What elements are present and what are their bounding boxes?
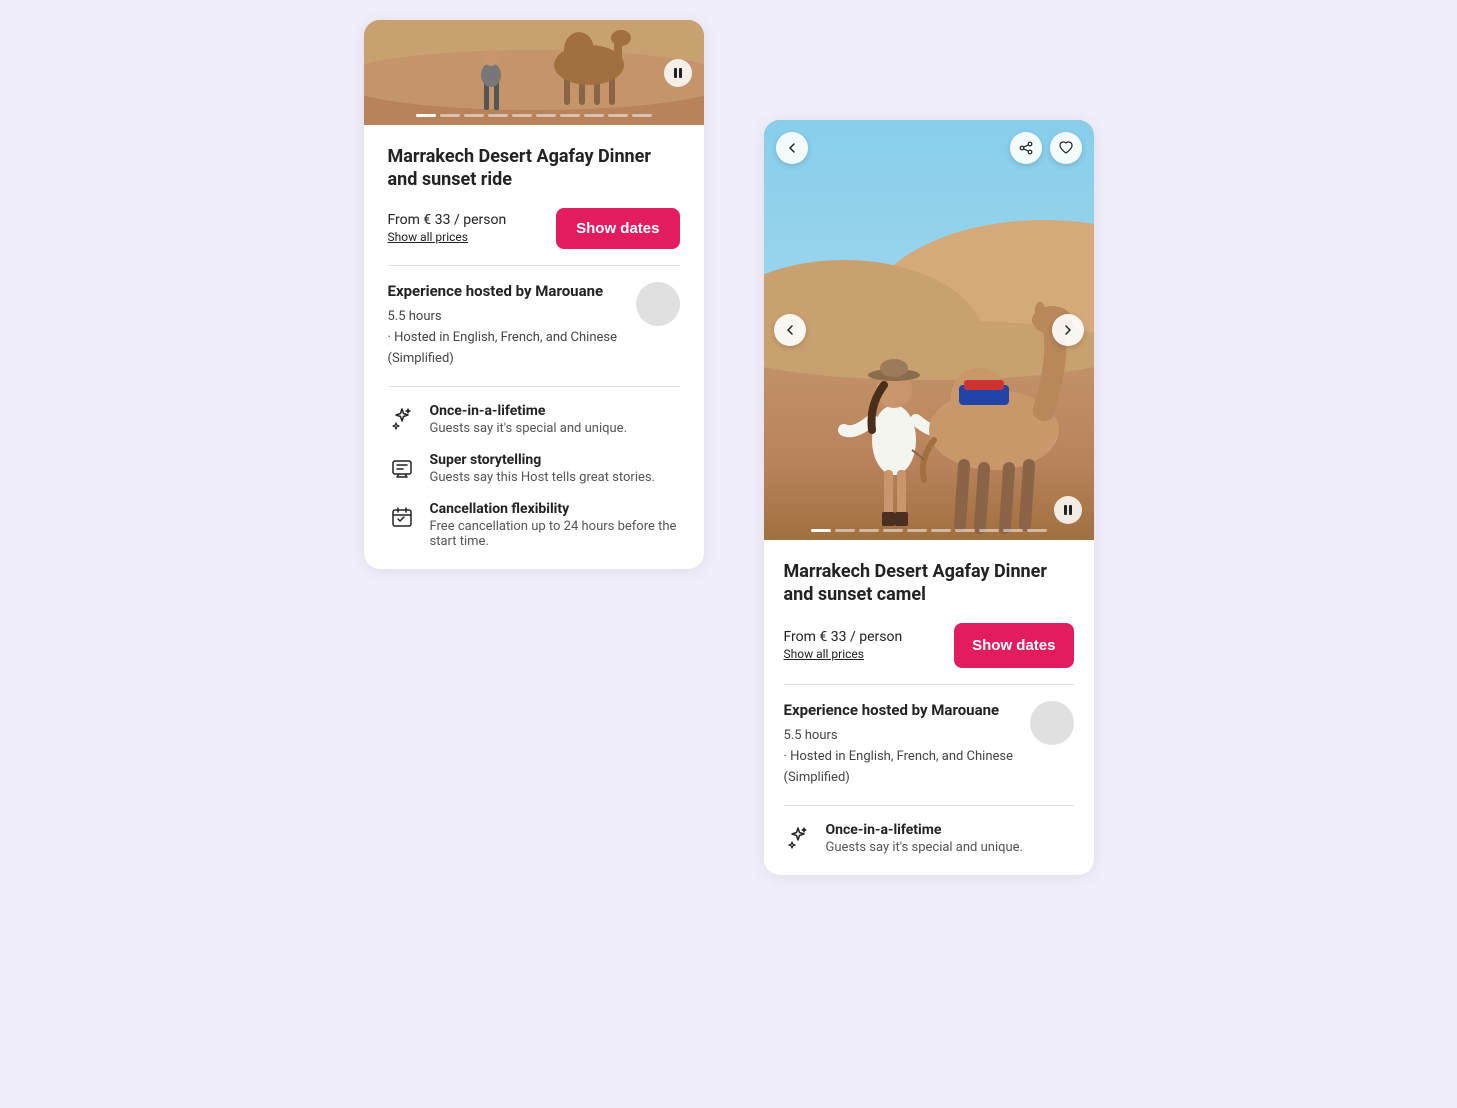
host-title: Experience hosted by Marouane — [388, 282, 624, 302]
right-image-dots — [764, 529, 1094, 532]
feature-item-cancel: Cancellation flexibility Free cancellati… — [388, 501, 680, 549]
storytelling-icon — [388, 454, 416, 482]
price-row: From € 33 / person Show all prices Show … — [388, 208, 680, 249]
feature-desc-cancel: Free cancellation up to 24 hours before … — [430, 519, 680, 549]
divider-2 — [388, 386, 680, 387]
sparkle-icon — [388, 405, 416, 433]
feature-desc-story: Guests say this Host tells great stories… — [430, 470, 656, 485]
right-feature-list: Once-in-a-lifetime Guests say it's speci… — [784, 822, 1074, 855]
feature-title-once: Once-in-a-lifetime — [430, 403, 628, 419]
share-button[interactable] — [1010, 132, 1042, 164]
divider-1 — [388, 265, 680, 266]
feature-title-story: Super storytelling — [430, 452, 656, 468]
pause-button-right[interactable] — [1054, 496, 1082, 524]
show-all-prices-link[interactable]: Show all prices — [388, 230, 507, 244]
feature-desc-once: Guests say it's special and unique. — [430, 421, 628, 436]
right-feature-desc-once: Guests say it's special and unique. — [826, 840, 1024, 855]
feature-item-story: Super storytelling Guests say this Host … — [388, 452, 680, 485]
host-section: Experience hosted by Marouane 5.5 hours … — [388, 282, 680, 370]
left-card-image-bg — [364, 20, 704, 125]
right-card-title: Marrakech Desert Agafay Dinner and sunse… — [784, 560, 1074, 607]
right-host-avatar — [1030, 701, 1074, 745]
right-show-dates-button[interactable]: Show dates — [954, 623, 1073, 668]
right-price-text: From € 33 / person — [784, 629, 903, 645]
right-card: Marrakech Desert Agafay Dinner and sunse… — [764, 120, 1094, 875]
host-avatar — [636, 282, 680, 326]
feature-title-cancel: Cancellation flexibility — [430, 501, 680, 517]
next-image-button[interactable] — [1052, 314, 1084, 346]
prev-image-button[interactable] — [774, 314, 806, 346]
right-feature-item-once: Once-in-a-lifetime Guests say it's speci… — [784, 822, 1074, 855]
right-card-body: Marrakech Desert Agafay Dinner and sunse… — [764, 540, 1094, 875]
feature-text-once: Once-in-a-lifetime Guests say it's speci… — [430, 403, 628, 436]
show-dates-button[interactable]: Show dates — [556, 208, 679, 249]
favorite-button[interactable] — [1050, 132, 1082, 164]
feature-item-once: Once-in-a-lifetime Guests say it's speci… — [388, 403, 680, 436]
right-host-info: Experience hosted by Marouane 5.5 hours … — [784, 701, 1018, 789]
top-actions — [1010, 132, 1082, 164]
left-card-body: Marrakech Desert Agafay Dinner and sunse… — [364, 125, 704, 569]
left-card-image — [364, 20, 704, 125]
right-divider-2 — [784, 805, 1074, 806]
pause-button[interactable] — [664, 59, 692, 87]
right-host-section: Experience hosted by Marouane 5.5 hours … — [784, 701, 1074, 789]
feature-list: Once-in-a-lifetime Guests say it's speci… — [388, 403, 680, 549]
host-info: Experience hosted by Marouane 5.5 hours … — [388, 282, 624, 370]
feature-text-cancel: Cancellation flexibility Free cancellati… — [430, 501, 680, 549]
right-feature-title-once: Once-in-a-lifetime — [826, 822, 1024, 838]
left-card-title: Marrakech Desert Agafay Dinner and sunse… — [388, 145, 680, 192]
left-card: Marrakech Desert Agafay Dinner and sunse… — [364, 20, 704, 569]
right-price-row: From € 33 / person Show all prices Show … — [784, 623, 1074, 668]
right-show-all-prices-link[interactable]: Show all prices — [784, 647, 903, 661]
right-card-image — [764, 120, 1094, 540]
price-text: From € 33 / person — [388, 212, 507, 228]
calendar-icon — [388, 503, 416, 531]
right-host-title: Experience hosted by Marouane — [784, 701, 1018, 721]
price-info: From € 33 / person Show all prices — [388, 212, 507, 244]
host-languages: · Hosted in English, French, and Chinese… — [388, 328, 624, 370]
image-dots — [364, 114, 704, 117]
feature-text-story: Super storytelling Guests say this Host … — [430, 452, 656, 485]
back-button[interactable] — [776, 132, 808, 164]
right-divider-1 — [784, 684, 1074, 685]
right-feature-text-once: Once-in-a-lifetime Guests say it's speci… — [826, 822, 1024, 855]
right-host-languages: · Hosted in English, French, and Chinese… — [784, 747, 1018, 789]
right-price-info: From € 33 / person Show all prices — [784, 629, 903, 661]
right-sparkle-icon — [784, 824, 812, 852]
host-duration: 5.5 hours — [388, 307, 624, 328]
right-host-duration: 5.5 hours — [784, 726, 1018, 747]
